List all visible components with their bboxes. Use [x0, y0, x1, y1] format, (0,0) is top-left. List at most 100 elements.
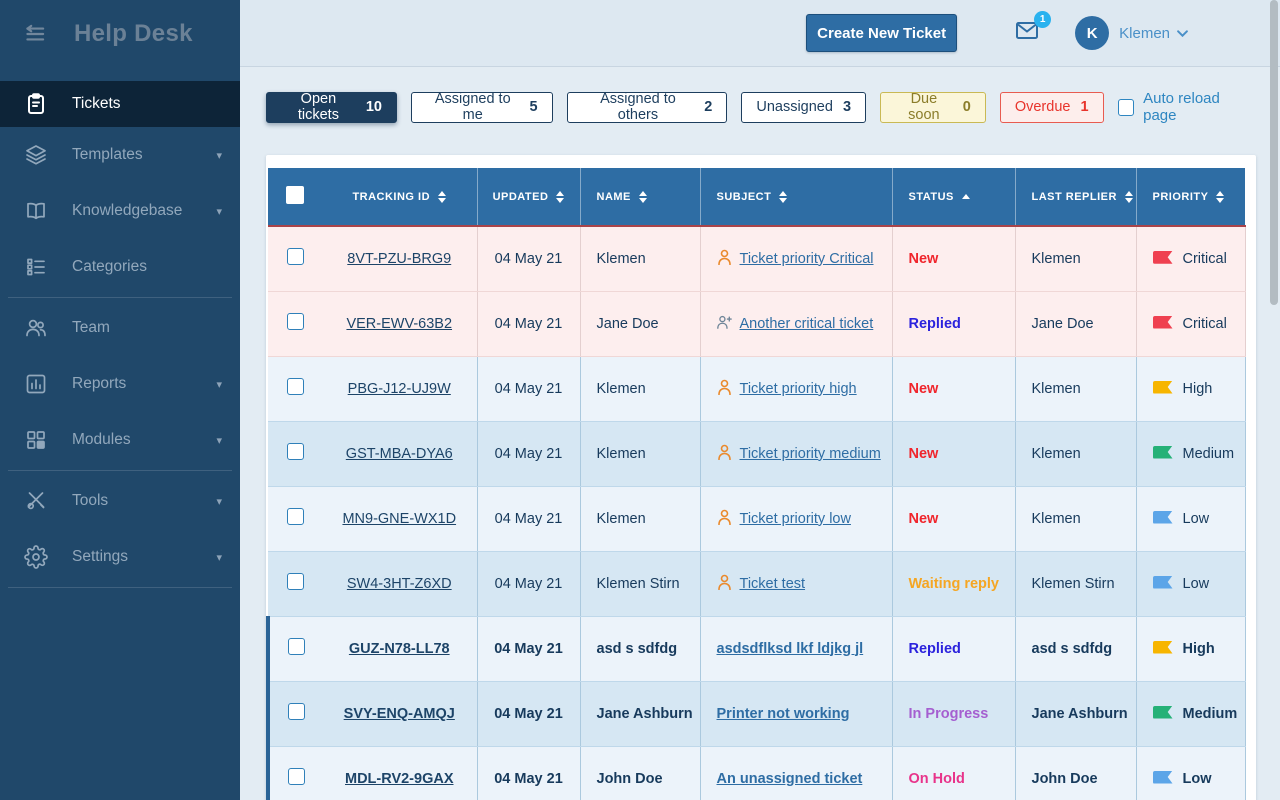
subject-link[interactable]: Printer not working [717, 706, 850, 722]
create-new-ticket-button[interactable]: Create New Ticket [806, 14, 957, 52]
subject-link[interactable]: asdsdflksd lkf ldjkg jl [717, 641, 864, 657]
subject-link[interactable]: An unassigned ticket [717, 771, 863, 787]
priority-label: Critical [1183, 316, 1227, 332]
priority-label: Low [1183, 771, 1212, 787]
column-header-last-replier[interactable]: LAST REPLIER [1015, 168, 1136, 226]
person-icon [717, 448, 732, 464]
sidebar-item-settings[interactable]: Settings ▾ [0, 529, 240, 585]
status-label: New [909, 446, 939, 462]
sidebar-item-modules[interactable]: Modules ▾ [0, 412, 240, 468]
subject-link[interactable]: Another critical ticket [740, 316, 874, 332]
row-checkbox[interactable] [287, 573, 304, 590]
row-checkbox[interactable] [287, 443, 304, 460]
sidebar-item-tickets[interactable]: Tickets ▾ [0, 81, 240, 127]
tracking-id-link[interactable]: MN9-GNE-WX1D [342, 511, 456, 527]
column-header-status[interactable]: STATUS [892, 168, 1015, 226]
main-area: Create New Ticket 1 K Klemen Open ticket… [240, 0, 1280, 800]
sidebar-item-label: Tickets [72, 95, 121, 113]
subject-link[interactable]: Ticket test [740, 576, 806, 592]
column-header-name[interactable]: NAME [580, 168, 700, 226]
column-label: TRACKING ID [352, 191, 430, 203]
priority-label: High [1183, 641, 1215, 657]
updated-cell: 04 May 21 [477, 421, 580, 486]
column-header-subject[interactable]: SUBJECT [700, 168, 892, 226]
filter-label: Unassigned [756, 99, 833, 115]
select-all-checkbox[interactable] [286, 186, 304, 204]
priority-label: High [1183, 381, 1213, 397]
sidebar-item-categories[interactable]: Categories ▾ [0, 239, 240, 295]
sidebar-item-tools[interactable]: Tools ▾ [0, 473, 240, 529]
ticket-row: SVY-ENQ-AMQJ 04 May 21 Jane Ashburn Prin… [268, 681, 1245, 746]
tracking-id-link[interactable]: GUZ-N78-LL78 [349, 641, 450, 657]
tracking-id-link[interactable]: SW4-3HT-Z6XD [347, 576, 452, 592]
priority-flag-icon [1153, 316, 1173, 329]
avatar: K [1075, 16, 1109, 50]
user-name: Klemen [1119, 25, 1170, 42]
ticket-row: MDL-RV2-9GAX 04 May 21 John Doe An unass… [268, 746, 1245, 800]
subject-link[interactable]: Ticket priority high [740, 381, 857, 397]
last-replier-cell: Klemen [1015, 421, 1136, 486]
auto-reload-toggle[interactable]: Auto reload page [1118, 90, 1254, 124]
row-checkbox[interactable] [288, 768, 305, 785]
row-checkbox[interactable] [287, 248, 304, 265]
filter-open-tickets[interactable]: Open tickets10 [266, 92, 397, 123]
filter-unassigned[interactable]: Unassigned3 [741, 92, 866, 123]
tracking-id-link[interactable]: SVY-ENQ-AMQJ [344, 706, 455, 722]
filter-count: 2 [704, 99, 712, 115]
ticket-row: GUZ-N78-LL78 04 May 21 asd s sdfdg asdsd… [268, 616, 1245, 681]
filter-due-soon[interactable]: Due soon0 [880, 92, 986, 123]
tracking-id-link[interactable]: VER-EWV-63B2 [346, 316, 452, 332]
sidebar-item-knowledgebase[interactable]: Knowledgebase ▾ [0, 183, 240, 239]
tickets-table: TRACKING ID UPDATED NAME SUBJECT STATUS … [266, 168, 1246, 800]
filter-label: Open tickets [281, 91, 356, 123]
chevron-down-icon: ▾ [216, 495, 222, 508]
auto-reload-checkbox[interactable] [1118, 99, 1135, 116]
sidebar-item-label: Reports [72, 375, 126, 393]
subject-link[interactable]: Ticket priority Critical [740, 251, 874, 267]
tracking-id-link[interactable]: GST-MBA-DYA6 [346, 446, 453, 462]
tracking-id-link[interactable]: MDL-RV2-9GAX [345, 771, 454, 787]
settings-icon [24, 545, 48, 569]
column-header-tracking-id[interactable]: TRACKING ID [322, 168, 477, 226]
updated-cell: 04 May 21 [477, 356, 580, 421]
row-checkbox[interactable] [288, 703, 305, 720]
ticket-row: VER-EWV-63B2 04 May 21 Jane Doe Another … [268, 291, 1245, 356]
filter-assigned-to-others[interactable]: Assigned to others2 [567, 92, 728, 123]
row-checkbox[interactable] [288, 638, 305, 655]
tracking-id-link[interactable]: PBG-J12-UJ9W [348, 381, 451, 397]
column-header-updated[interactable]: UPDATED [477, 168, 580, 226]
subject-link[interactable]: Ticket priority low [740, 511, 851, 527]
subject-link[interactable]: Ticket priority medium [740, 446, 881, 462]
filters-row: Open tickets10 Assigned to me5 Assigned … [266, 90, 1254, 124]
last-replier-cell: Jane Doe [1015, 291, 1136, 356]
user-menu[interactable]: K Klemen [1075, 16, 1188, 50]
chevron-down-icon: ▾ [216, 434, 222, 447]
column-header-priority[interactable]: PRIORITY [1136, 168, 1245, 226]
last-replier-cell: Klemen [1015, 226, 1136, 291]
row-checkbox[interactable] [287, 378, 304, 395]
priority-flag-icon [1153, 511, 1173, 524]
status-label: New [909, 251, 939, 267]
sidebar-item-team[interactable]: Team ▾ [0, 300, 240, 356]
tracking-id-link[interactable]: 8VT-PZU-BRG9 [347, 251, 451, 267]
row-checkbox[interactable] [287, 508, 304, 525]
row-checkbox[interactable] [287, 313, 304, 330]
templates-icon [24, 143, 48, 167]
updated-cell: 04 May 21 [477, 616, 580, 681]
filter-overdue[interactable]: Overdue1 [1000, 92, 1104, 123]
filter-assigned-to-me[interactable]: Assigned to me5 [411, 92, 553, 123]
sidebar-item-templates[interactable]: Templates ▾ [0, 127, 240, 183]
priority-label: Medium [1183, 706, 1238, 722]
person-icon [717, 383, 732, 399]
person-icon [717, 513, 732, 529]
notifications-button[interactable]: 1 [1012, 19, 1042, 48]
team-icon [24, 316, 48, 340]
page-scrollbar-thumb[interactable] [1270, 0, 1278, 305]
sidebar-item-label: Settings [72, 548, 128, 566]
tickets-card: TRACKING ID UPDATED NAME SUBJECT STATUS … [266, 155, 1256, 800]
sidebar-item-reports[interactable]: Reports ▾ [0, 356, 240, 412]
sort-icon [438, 191, 446, 203]
sort-icon [556, 191, 564, 203]
select-all-header [268, 168, 322, 226]
collapse-sidebar-icon[interactable] [22, 21, 48, 47]
